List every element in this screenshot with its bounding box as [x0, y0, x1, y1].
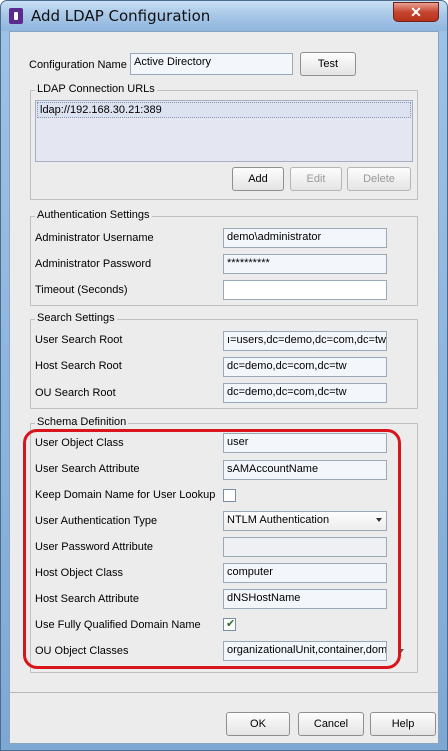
title-bar[interactable]: Add LDAP Configuration ✕ — [1, 1, 447, 31]
config-name-input[interactable]: Active Directory — [130, 53, 293, 75]
config-name-label: Configuration Name — [29, 59, 127, 71]
host-search-root-label: Host Search Root — [35, 360, 122, 372]
user-search-root-label: User Search Root — [35, 334, 123, 346]
admin-username-input[interactable]: demo\administrator — [223, 228, 387, 248]
admin-password-input[interactable]: ********** — [223, 254, 387, 274]
host-search-root-input[interactable]: dc=demo,dc=com,dc=tw — [223, 357, 387, 377]
admin-username-label: Administrator Username — [35, 232, 154, 244]
user-search-root-input[interactable]: ı=users,dc=demo,dc=com,dc=tw — [223, 331, 387, 351]
auth-settings-title: Authentication Settings — [35, 209, 152, 221]
edit-button[interactable]: Edit — [290, 167, 342, 191]
footer-divider — [10, 692, 438, 693]
ou-search-root-label: OU Search Root — [35, 387, 116, 399]
admin-password-label: Administrator Password — [35, 258, 152, 270]
app-icon — [9, 8, 23, 24]
test-button[interactable]: Test — [300, 52, 356, 76]
ok-button[interactable]: OK — [226, 712, 290, 736]
timeout-input[interactable] — [223, 280, 387, 300]
ldap-url-list[interactable]: ldap://192.168.30.21:389 — [35, 100, 413, 162]
cancel-button[interactable]: Cancel — [298, 712, 364, 736]
close-icon[interactable]: ✕ — [393, 2, 439, 22]
dialog-window: Add LDAP Configuration ✕ Configuration N… — [0, 0, 448, 751]
schema-definition-title: Schema Definition — [35, 416, 129, 428]
ldap-urls-title: LDAP Connection URLs — [35, 83, 157, 95]
red-highlight-annotation — [23, 429, 401, 669]
window-title: Add LDAP Configuration — [31, 7, 211, 25]
timeout-label: Timeout (Seconds) — [35, 284, 128, 296]
add-button[interactable]: Add — [232, 167, 284, 191]
search-settings-title: Search Settings — [35, 312, 117, 324]
dialog-body: Configuration Name Active Directory Test… — [9, 31, 439, 744]
ou-search-root-input[interactable]: dc=demo,dc=com,dc=tw — [223, 383, 387, 403]
help-button[interactable]: Help — [370, 712, 436, 736]
list-item[interactable]: ldap://192.168.30.21:389 — [37, 102, 411, 118]
delete-button[interactable]: Delete — [347, 167, 411, 191]
